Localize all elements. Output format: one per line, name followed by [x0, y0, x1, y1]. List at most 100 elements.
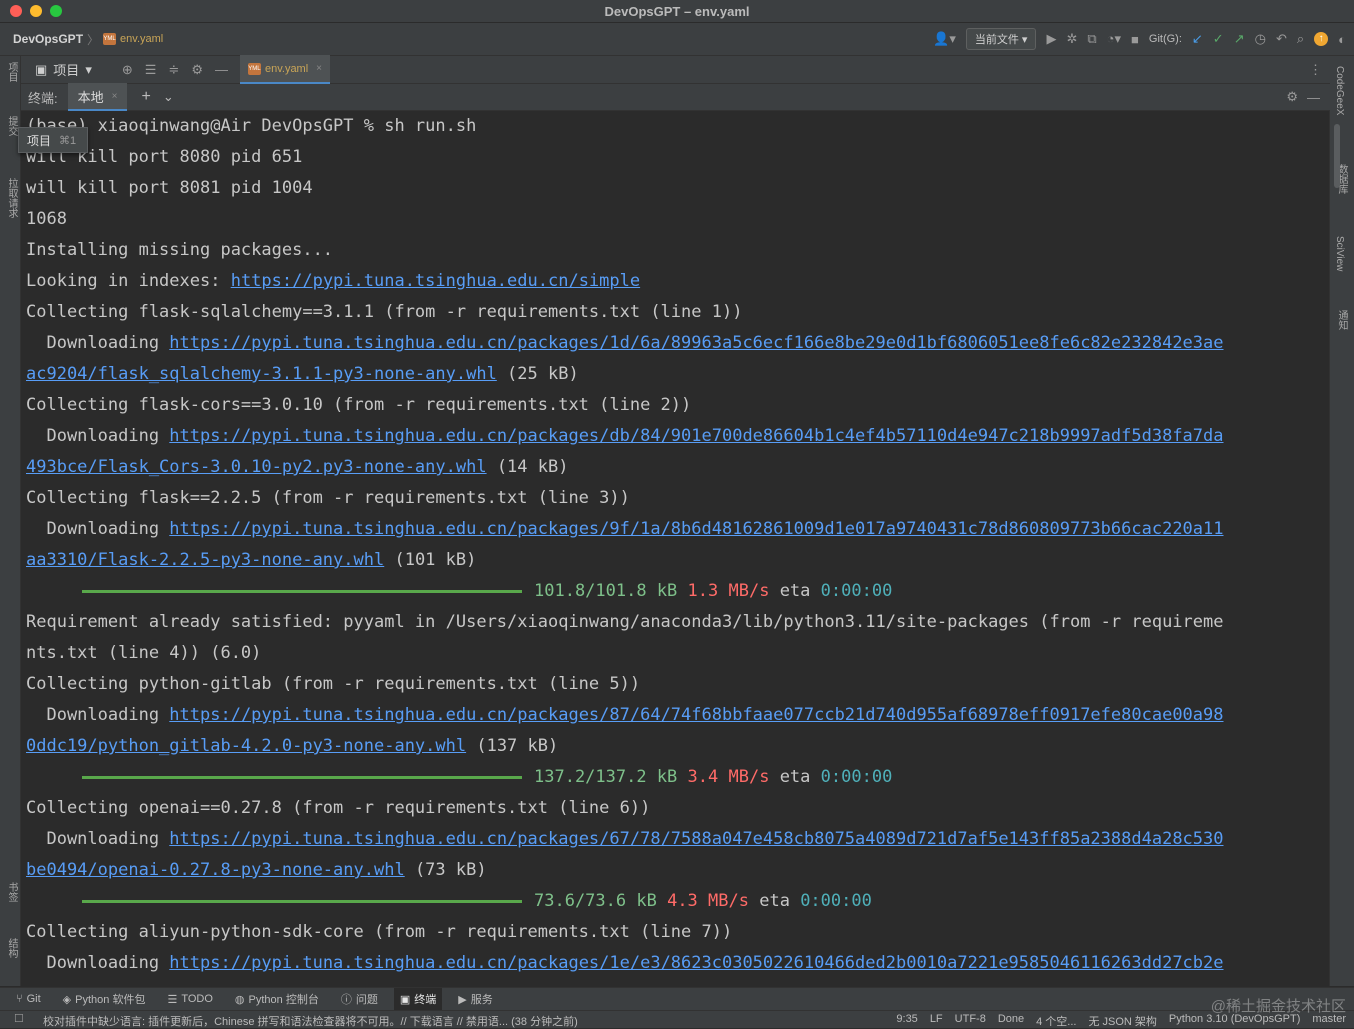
- tab-project[interactable]: 项目: [1, 62, 19, 82]
- breadcrumb-file[interactable]: env.yaml: [120, 33, 163, 45]
- terminal-link[interactable]: 0ddc19/python_gitlab-4.2.0-py3-none-any.…: [26, 736, 466, 756]
- zoom-window-button[interactable]: [50, 5, 62, 17]
- terminal-link[interactable]: https://pypi.tuna.tsinghua.edu.cn/packag…: [169, 705, 1223, 725]
- terminal-scrollbar[interactable]: [1334, 124, 1340, 188]
- terminal-line: Looking in indexes: https://pypi.tuna.ts…: [26, 266, 640, 297]
- terminal-line: 73.6/73.6 kB 4.3 MB/s eta 0:00:00: [26, 886, 872, 917]
- search-icon[interactable]: ⌕: [1297, 31, 1304, 47]
- tool-button-todo[interactable]: ☰ TODO: [161, 988, 218, 1010]
- terminal-line: nts.txt (line 4)) (6.0): [26, 638, 261, 669]
- tab-bookmarks[interactable]: 书签: [1, 882, 19, 902]
- terminal-tab-local[interactable]: 本地 ×: [67, 83, 128, 111]
- terminal-line: Downloading https://pypi.tuna.tsinghua.e…: [26, 948, 1223, 979]
- terminal-output[interactable]: (base) xiaoqinwang@Air DevOpsGPT % sh ru…: [21, 111, 1318, 986]
- terminal-text: Requirement already satisfied: pyyaml in…: [26, 612, 1224, 632]
- terminal-link[interactable]: 493bce/Flask_Cors-3.0.10-py2.py3-none-an…: [26, 457, 487, 477]
- terminal-text: Collecting aliyun-python-sdk-core (from …: [26, 922, 733, 942]
- play-icon: ▶: [458, 993, 467, 1006]
- terminal-link[interactable]: https://pypi.tuna.tsinghua.edu.cn/packag…: [169, 426, 1223, 446]
- terminal-link[interactable]: be0494/openai-0.27.8-py3-none-any.whl: [26, 860, 405, 880]
- history-icon[interactable]: ◷: [1255, 31, 1266, 47]
- terminal-text: Downloading: [26, 426, 170, 446]
- stop-icon[interactable]: ■: [1131, 32, 1139, 47]
- user-icon[interactable]: 👤▾: [933, 31, 956, 47]
- watermark: @稀土掘金技术社区: [1210, 998, 1346, 1015]
- more-options-icon[interactable]: ⋮: [1309, 62, 1322, 78]
- tool-button-services[interactable]: ▶ 服务: [452, 988, 498, 1010]
- profile-icon[interactable]: ◔▾: [1107, 31, 1121, 47]
- list-icon: ☰: [167, 993, 178, 1006]
- terminal-link[interactable]: aa3310/Flask-2.2.5-py3-none-any.whl: [26, 550, 384, 570]
- expand-all-icon[interactable]: ☰: [145, 62, 157, 78]
- terminal-text: (25 kB): [496, 364, 579, 384]
- terminal-text: Downloading: [26, 705, 170, 725]
- close-window-button[interactable]: [10, 5, 22, 17]
- terminal-link[interactable]: ac9204/flask_sqlalchemy-3.1.1-py3-none-a…: [26, 364, 497, 384]
- gear-icon[interactable]: ⚙: [191, 62, 203, 78]
- locate-icon[interactable]: ⊕: [122, 62, 133, 78]
- chevron-down-icon: ▾: [85, 61, 92, 77]
- toggle-tool-windows-icon[interactable]: ☐: [14, 1012, 24, 1025]
- new-terminal-button[interactable]: +: [141, 88, 150, 106]
- git-commit-icon[interactable]: ✓: [1213, 31, 1224, 47]
- tab-codegeex[interactable]: CodeGeeX: [1334, 66, 1345, 115]
- terminal-line: Collecting flask==2.2.5 (from -r require…: [26, 483, 630, 514]
- terminal-link[interactable]: https://pypi.tuna.tsinghua.edu.cn/packag…: [169, 953, 1223, 973]
- tab-notifications[interactable]: 通知: [1334, 310, 1349, 330]
- project-view-actions: ⊕ ☰ ≑ ⚙ —: [122, 62, 228, 78]
- tab-structure[interactable]: 结构: [1, 938, 19, 958]
- terminal-line: 1068: [26, 204, 67, 235]
- tab-pull-requests[interactable]: 拉取请求: [1, 178, 19, 218]
- progress-eta-time: 0:00:00: [820, 767, 893, 787]
- terminal-line: Downloading https://pypi.tuna.tsinghua.e…: [26, 514, 1223, 545]
- tool-button-python-packages[interactable]: ◈ Python 软件包: [57, 988, 152, 1010]
- terminal-line: Requirement already satisfied: pyyaml in…: [26, 607, 1223, 638]
- hide-icon[interactable]: —: [215, 62, 228, 78]
- run-icon[interactable]: ▶: [1046, 31, 1056, 47]
- tab-commit[interactable]: 提交: [1, 116, 19, 136]
- navigation-bar: DevOpsGPT 〉 YML env.yaml 👤▾ 当前文件 ▾ ▶ ✲ ⧉…: [0, 23, 1354, 56]
- update-icon[interactable]: ↑: [1314, 32, 1329, 46]
- tool-button-label: Git: [26, 993, 41, 1005]
- close-icon[interactable]: ×: [316, 63, 322, 74]
- terminal-link[interactable]: https://pypi.tuna.tsinghua.edu.cn/simple: [231, 271, 640, 291]
- git-update-icon[interactable]: ↙: [1192, 31, 1203, 47]
- plugin-icon[interactable]: ◐: [1338, 32, 1346, 47]
- yaml-file-icon: YML: [247, 62, 261, 75]
- terminal-text: Downloading: [26, 829, 170, 849]
- tool-button-python-console[interactable]: ◍ Python 控制台: [229, 988, 325, 1010]
- minimize-window-button[interactable]: [30, 5, 42, 17]
- terminal-icon: ▣: [399, 993, 411, 1006]
- terminal-dropdown-button[interactable]: ⌄: [163, 89, 174, 105]
- coverage-icon[interactable]: ⧉: [1087, 31, 1096, 47]
- breadcrumb-project[interactable]: DevOpsGPT: [13, 32, 83, 46]
- tool-button-terminal[interactable]: ▣ 终端: [393, 988, 443, 1010]
- git-push-icon[interactable]: ↗: [1234, 31, 1245, 47]
- terminal-link[interactable]: https://pypi.tuna.tsinghua.edu.cn/packag…: [169, 333, 1223, 353]
- rollback-icon[interactable]: ↶: [1276, 31, 1287, 47]
- gear-icon[interactable]: ⚙: [1286, 89, 1298, 105]
- tab-sciview[interactable]: SciView: [1334, 236, 1345, 271]
- tooltip: 项目 ⌘1: [18, 127, 88, 153]
- collapse-all-icon[interactable]: ≑: [168, 62, 179, 78]
- title-bar: DevOpsGPT – env.yaml: [0, 0, 1354, 23]
- tooltip-shortcut: ⌘1: [59, 134, 77, 147]
- tool-button-git[interactable]: ⑂ Git: [10, 988, 47, 1010]
- close-icon[interactable]: ×: [112, 91, 118, 102]
- progress-eta-label: eta: [759, 891, 790, 911]
- progress-eta-label: eta: [779, 767, 811, 787]
- terminal-line: aa3310/Flask-2.2.5-py3-none-any.whl (101…: [26, 545, 476, 576]
- terminal-link[interactable]: https://pypi.tuna.tsinghua.edu.cn/packag…: [169, 829, 1223, 849]
- project-view-selector[interactable]: ▣ 项目 ▾: [35, 60, 92, 79]
- yaml-file-icon: YML: [103, 33, 117, 45]
- tool-button-problems[interactable]: ⓘ 问题: [335, 988, 384, 1010]
- terminal-line: 493bce/Flask_Cors-3.0.10-py2.py3-none-an…: [26, 452, 568, 483]
- status-bar: ☐ 校对插件中缺少语言: 插件更新后，Chinese 拼写和语法检查器将不可用。…: [0, 1010, 1354, 1028]
- hide-icon[interactable]: —: [1307, 90, 1320, 105]
- run-config-select[interactable]: 当前文件 ▾: [965, 28, 1037, 50]
- editor-tab-env-yaml[interactable]: YML env.yaml ×: [239, 55, 331, 84]
- debug-icon[interactable]: ✲: [1066, 31, 1077, 47]
- progress-speed: 1.3 MB/s: [687, 581, 770, 601]
- terminal-link[interactable]: https://pypi.tuna.tsinghua.edu.cn/packag…: [169, 519, 1223, 539]
- project-view-label: 项目: [53, 63, 80, 78]
